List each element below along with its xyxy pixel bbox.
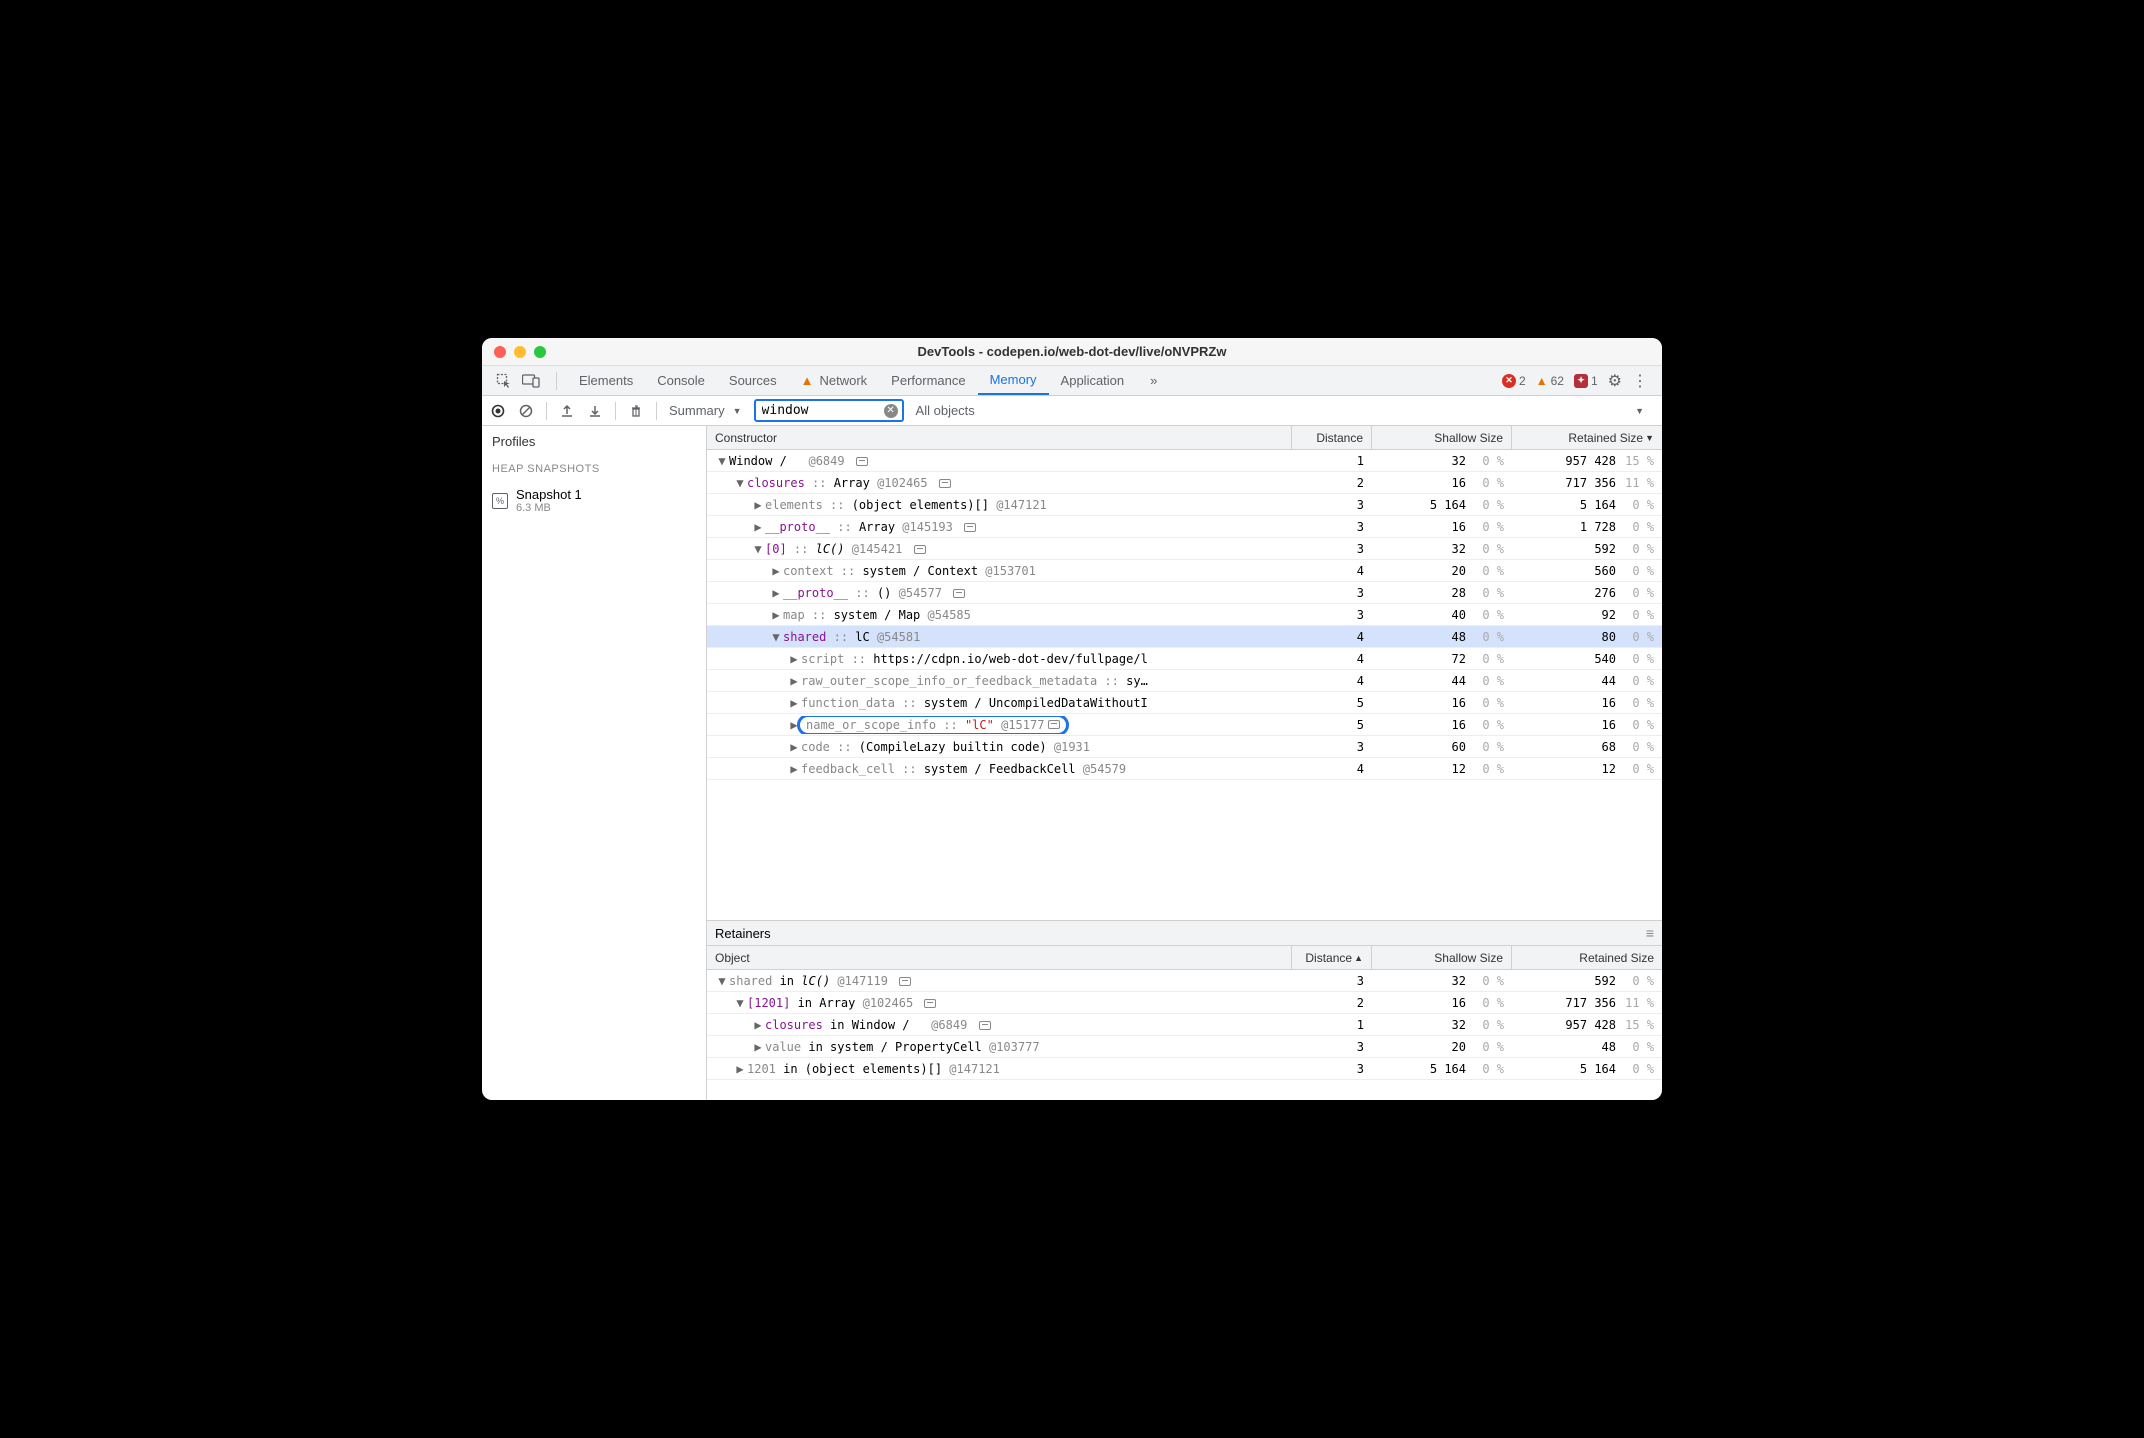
expander-icon[interactable]: ▼ [735, 476, 745, 490]
table-row[interactable]: ▼[0] :: lC() @145421 3320 %5920 % [707, 538, 1662, 560]
close-window-button[interactable] [494, 346, 506, 358]
table-row[interactable]: ▶function_data :: system / UncompiledDat… [707, 692, 1662, 714]
warnings-badge[interactable]: ▲62 [1536, 374, 1564, 388]
constructor-table-body[interactable]: ▼Window / @6849 1320 %957 42815 %▼closur… [707, 450, 1662, 920]
expander-icon[interactable]: ▶ [735, 1062, 745, 1076]
expander-icon[interactable]: ▶ [753, 520, 763, 534]
col-distance[interactable]: Distance [1292, 426, 1372, 449]
objects-select[interactable]: All objects [916, 403, 975, 418]
snapshot-item[interactable]: % Snapshot 1 6.3 MB [482, 481, 706, 520]
chevron-down-icon: ▼ [733, 406, 742, 416]
heap-snapshots-section: HEAP SNAPSHOTS [482, 457, 706, 481]
tab-elements[interactable]: Elements [567, 366, 645, 395]
table-row[interactable]: ▶__proto__ :: Array @145193 3160 %1 7280… [707, 516, 1662, 538]
expander-icon[interactable]: ▶ [771, 586, 781, 600]
expander-icon[interactable]: ▶ [753, 1040, 763, 1054]
tab-performance[interactable]: Performance [879, 366, 977, 395]
expander-icon[interactable]: ▼ [771, 630, 781, 644]
col-shallow[interactable]: Shallow Size [1372, 946, 1512, 969]
maximize-window-button[interactable] [534, 346, 546, 358]
expander-icon[interactable]: ▶ [789, 740, 799, 754]
table-row[interactable]: ▼closures :: Array @102465 2160 %717 356… [707, 472, 1662, 494]
clear-filter-icon[interactable]: ✕ [884, 404, 898, 418]
col-retained[interactable]: Retained Size [1512, 946, 1662, 969]
table-row[interactable]: ▶map :: system / Map @545853400 %920 % [707, 604, 1662, 626]
table-row[interactable]: ▼[1201] in Array @102465 2160 %717 35611… [707, 992, 1662, 1014]
divider [556, 372, 557, 390]
tab-application[interactable]: Application [1049, 366, 1137, 395]
table-row[interactable]: ▶raw_outer_scope_info_or_feedback_metada… [707, 670, 1662, 692]
table-row[interactable]: ▶context :: system / Context @1537014200… [707, 560, 1662, 582]
col-constructor[interactable]: Constructor [707, 426, 1292, 449]
tab-sources[interactable]: Sources [717, 366, 789, 395]
expander-icon[interactable]: ▶ [789, 696, 799, 710]
more-tabs-button[interactable]: » [1138, 366, 1169, 395]
table-row[interactable]: ▶elements :: (object elements)[] @147121… [707, 494, 1662, 516]
window-title: DevTools - codepen.io/web-dot-dev/live/o… [482, 344, 1662, 359]
device-toggle-icon[interactable] [522, 374, 540, 388]
col-retained[interactable]: Retained Size▼ [1512, 426, 1662, 449]
errors-badge[interactable]: ✕2 [1502, 374, 1526, 388]
expander-icon[interactable]: ▶ [753, 498, 763, 512]
clear-icon[interactable] [518, 404, 534, 418]
titlebar: DevTools - codepen.io/web-dot-dev/live/o… [482, 338, 1662, 366]
retainers-header: Retainers ≡ [707, 920, 1662, 946]
retainers-table-body[interactable]: ▼shared in lC() @147119 3320 %5920 %▼[12… [707, 970, 1662, 1100]
expander-icon[interactable]: ▼ [753, 542, 763, 556]
table-row[interactable]: ▼shared :: lC @545814480 %800 % [707, 626, 1662, 648]
expander-icon[interactable]: ▶ [789, 674, 799, 688]
expander-icon[interactable]: ▼ [717, 454, 727, 468]
snapshot-name: Snapshot 1 [516, 487, 582, 502]
export-icon[interactable] [559, 404, 575, 418]
expander-icon[interactable]: ▶ [771, 564, 781, 578]
memory-toolbar: Summary ▼ ✕ All objects ▼ [482, 396, 1662, 426]
snapshot-size: 6.3 MB [516, 502, 582, 514]
tab-console[interactable]: Console [645, 366, 717, 395]
record-icon[interactable] [490, 404, 506, 418]
tab-network[interactable]: ▲Network [789, 366, 880, 395]
table-row[interactable]: ▼shared in lC() @147119 3320 %5920 % [707, 970, 1662, 992]
table-row[interactable]: ▶1201 in (object elements)[] @14712135 1… [707, 1058, 1662, 1080]
expander-icon[interactable]: ▼ [735, 996, 745, 1010]
table-row[interactable]: ▼Window / @6849 1320 %957 42815 % [707, 450, 1662, 472]
window-controls [494, 346, 546, 358]
import-icon[interactable] [587, 404, 603, 418]
snapshot-icon: % [492, 493, 508, 509]
table-row[interactable]: ▶code :: (CompileLazy builtin code) @193… [707, 736, 1662, 758]
drag-handle-icon[interactable]: ≡ [1646, 925, 1654, 941]
table-row[interactable]: ▶script :: https://cdpn.io/web-dot-dev/f… [707, 648, 1662, 670]
col-object[interactable]: Object [707, 946, 1292, 969]
constructor-table-header: Constructor Distance Shallow Size Retain… [707, 426, 1662, 450]
memory-main: Constructor Distance Shallow Size Retain… [707, 426, 1662, 1100]
gc-icon[interactable] [628, 404, 644, 418]
devtools-tabs: ElementsConsoleSources▲NetworkPerformanc… [482, 366, 1662, 396]
expander-icon[interactable]: ▶ [789, 762, 799, 776]
view-select[interactable]: Summary ▼ [669, 403, 742, 418]
tab-memory[interactable]: Memory [978, 366, 1049, 395]
profiles-sidebar: Profiles HEAP SNAPSHOTS % Snapshot 1 6.3… [482, 426, 707, 1100]
profiles-heading: Profiles [482, 426, 706, 457]
col-distance[interactable]: Distance▲ [1292, 946, 1372, 969]
table-row[interactable]: ▶value in system / PropertyCell @1037773… [707, 1036, 1662, 1058]
col-shallow[interactable]: Shallow Size [1372, 426, 1512, 449]
class-filter-input[interactable] [754, 399, 904, 422]
table-row[interactable]: ▶closures in Window / @6849 1320 %957 42… [707, 1014, 1662, 1036]
expander-icon[interactable]: ▶ [789, 652, 799, 666]
expander-icon[interactable]: ▶ [771, 608, 781, 622]
table-row[interactable]: ▶feedback_cell :: system / FeedbackCell … [707, 758, 1662, 780]
devtools-window: DevTools - codepen.io/web-dot-dev/live/o… [482, 338, 1662, 1100]
table-row[interactable]: ▶name_or_scope_info :: "lC" @15177 5160 … [707, 714, 1662, 736]
extension-badge[interactable]: ✦1 [1574, 374, 1598, 388]
settings-icon[interactable]: ⚙ [1608, 371, 1622, 391]
retainers-table-header: Object Distance▲ Shallow Size Retained S… [707, 946, 1662, 970]
chevron-down-icon[interactable]: ▼ [1635, 406, 1644, 416]
expander-icon[interactable]: ▶ [753, 1018, 763, 1032]
expander-icon[interactable]: ▼ [717, 974, 727, 988]
minimize-window-button[interactable] [514, 346, 526, 358]
kebab-menu-icon[interactable]: ⋮ [1632, 371, 1648, 391]
table-row[interactable]: ▶__proto__ :: () @54577 3280 %2760 % [707, 582, 1662, 604]
inspect-icon[interactable] [496, 373, 512, 389]
